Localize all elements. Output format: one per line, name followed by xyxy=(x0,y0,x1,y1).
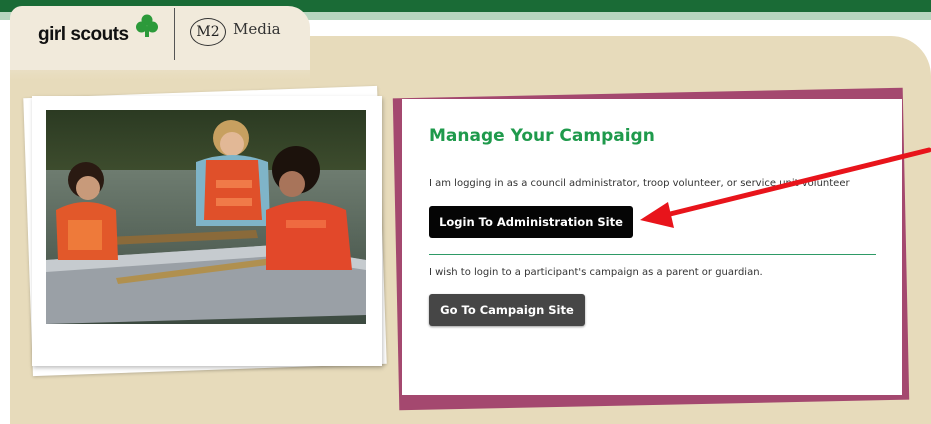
campaign-photo xyxy=(46,110,366,324)
card-title: Manage Your Campaign xyxy=(429,126,655,146)
photo-girls-canoe-icon xyxy=(46,110,366,324)
m2-media-logo-text: Media xyxy=(233,20,281,38)
login-administration-button[interactable]: Login To Administration Site xyxy=(429,206,633,238)
logo-divider xyxy=(174,8,175,60)
admin-prompt-text: I am logging in as a council administrat… xyxy=(429,178,850,189)
parent-prompt-text: I wish to login to a participant's campa… xyxy=(429,267,763,278)
girl-scouts-logo[interactable]: girl scouts xyxy=(38,24,129,46)
go-to-campaign-button[interactable]: Go To Campaign Site xyxy=(429,294,585,326)
card-divider xyxy=(429,254,876,255)
trefoil-icon xyxy=(136,14,158,37)
m2-media-logo-mark[interactable]: M2 xyxy=(190,18,226,46)
